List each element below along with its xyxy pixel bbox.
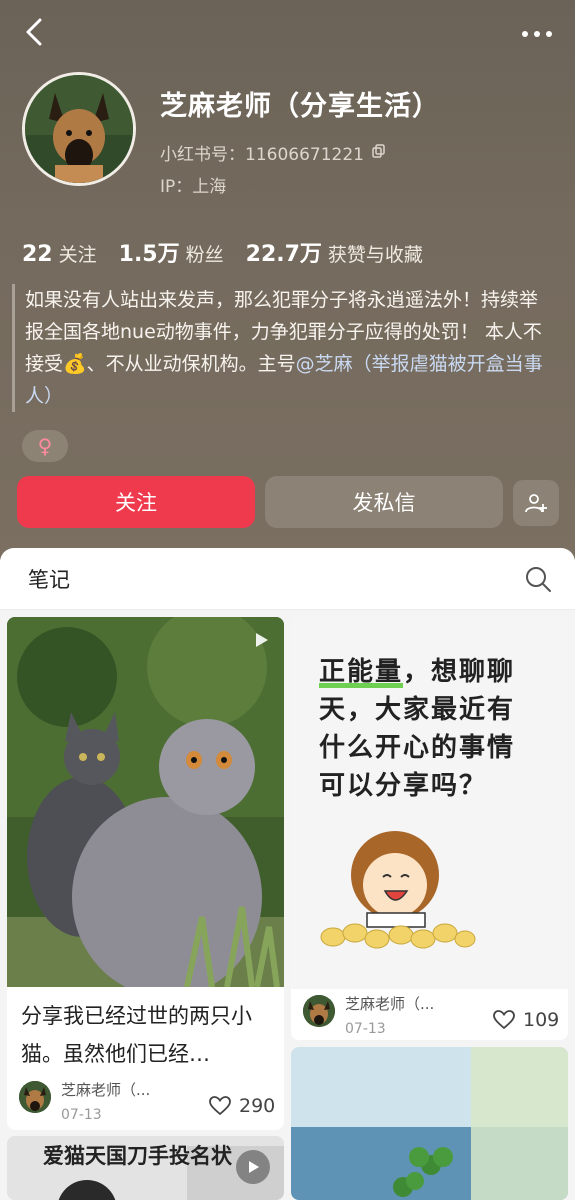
notes-feed: 分享我已经过世的两只小猫。虽然他们已经… 芝麻老师（... 07-13 290 …: [0, 610, 575, 1200]
stat-following-value: 22: [22, 242, 53, 267]
note-title: 分享我已经过世的两只小猫。虽然他们已经…: [21, 1004, 252, 1066]
message-button[interactable]: 发私信: [265, 476, 503, 528]
video-play-icon: [236, 1150, 270, 1184]
user-id-text: 小红书号：11606671221: [160, 145, 364, 165]
note-date: 07-13: [345, 1021, 386, 1037]
note-cover-text: 正能量，想聊聊天，大家最近有什么开心的事情可以分享吗？: [319, 653, 541, 805]
bio: 如果没有人站出来发声，那么犯罪分子将永逍遥法外！持续举报全国各地nue动物事件，…: [12, 284, 546, 412]
ip-location: IP：上海: [160, 177, 227, 197]
like-button[interactable]: 109: [493, 1009, 559, 1031]
author-name: 芝麻老师（...: [61, 1081, 151, 1099]
stat-likes-label: 获赞与收藏: [327, 244, 423, 266]
author-avatar: [19, 1081, 51, 1113]
cover-text-highlight: 正能量: [319, 657, 404, 687]
note-cover-image: [291, 1047, 568, 1200]
author-avatar: [303, 995, 335, 1027]
author-name: 芝麻老师（...: [345, 995, 435, 1013]
gender-badge: ♀: [22, 430, 68, 462]
more-icon[interactable]: [517, 14, 557, 50]
stat-followers-value: 1.5万: [118, 242, 180, 267]
note-author[interactable]: 芝麻老师（... 07-13: [19, 1081, 150, 1125]
copy-icon[interactable]: [372, 143, 386, 163]
note-card[interactable]: 正能量，想聊聊天，大家最近有什么开心的事情可以分享吗？ 芝麻老师（... 07-…: [291, 617, 568, 1040]
cartoon-illustration: [320, 831, 476, 949]
stat-following[interactable]: 22 关注: [22, 240, 97, 267]
search-icon[interactable]: [523, 564, 553, 594]
note-cover-image: 正能量，想聊聊天，大家最近有什么开心的事情可以分享吗？: [291, 617, 568, 989]
female-icon: ♀: [37, 434, 53, 458]
note-date: 07-13: [61, 1107, 102, 1123]
tab-notes[interactable]: 笔记: [28, 564, 70, 594]
back-icon[interactable]: [18, 14, 54, 50]
stat-likes-value: 22.7万: [245, 242, 322, 267]
note-cover-image: [7, 617, 284, 987]
stats-row: 22 关注 1.5万 粉丝 22.7万 获赞与收藏: [22, 236, 423, 268]
add-user-icon: [525, 494, 547, 513]
video-play-icon: [252, 631, 270, 653]
notes-tabbar: 笔记: [0, 548, 575, 610]
stat-followers[interactable]: 1.5万 粉丝: [119, 236, 224, 268]
heart-icon: [209, 1096, 231, 1116]
profile-name: 芝麻老师（分享生活）: [160, 91, 440, 122]
note-card[interactable]: 分享我已经过世的两只小猫。虽然他们已经… 芝麻老师（... 07-13 290: [7, 617, 284, 1130]
stat-followers-label: 粉丝: [185, 244, 224, 266]
profile-header: 芝麻老师（分享生活） 小红书号：11606671221 IP：上海 22 关注 …: [0, 0, 575, 560]
like-count: 109: [523, 1009, 560, 1031]
heart-icon: [493, 1010, 515, 1030]
avatar[interactable]: [22, 72, 136, 186]
stat-likes[interactable]: 22.7万 获赞与收藏: [246, 236, 423, 268]
user-id[interactable]: 小红书号：11606671221: [160, 140, 386, 165]
note-card[interactable]: [291, 1047, 568, 1200]
note-cover-caption: 爱猫天国刀手投名状: [43, 1144, 232, 1168]
stat-following-label: 关注: [58, 244, 97, 266]
note-author[interactable]: 芝麻老师（... 07-13: [303, 995, 434, 1039]
note-card[interactable]: 爱猫天国刀手投名状: [7, 1136, 284, 1200]
follow-button[interactable]: 关注: [17, 476, 255, 528]
like-count: 290: [239, 1095, 276, 1117]
like-button[interactable]: 290: [209, 1095, 275, 1117]
add-friend-button[interactable]: [513, 480, 559, 526]
